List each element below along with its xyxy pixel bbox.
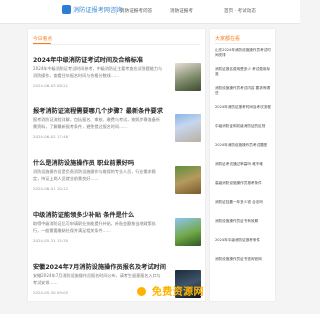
sidebar-item-label: 消防设施操作员证书查询官网 xyxy=(215,257,262,261)
sidebar-item-label: 消防证报名费用是多少 考试费用标准 xyxy=(215,67,271,77)
building-photo-icon[interactable] xyxy=(175,114,201,142)
sidebar-item-label: 消防设施操作员考试内容 要求有哪些 xyxy=(215,86,271,96)
tab-divider xyxy=(33,44,200,45)
sidebar-item[interactable]: 消防证考试通过率高吗 难不难 xyxy=(215,162,271,167)
nav-item-qa[interactable]: 消防证报考问答 xyxy=(120,8,152,14)
sidebar-item-label: 2024年消防证报考时间及考试流程 xyxy=(215,105,271,109)
sidebar-title: 大家都在看 xyxy=(215,36,241,42)
watermark: 免费资源网 xyxy=(137,283,204,298)
field-work-photo-icon[interactable] xyxy=(175,166,201,194)
header-links[interactable]: 首页 · 考试动态 xyxy=(224,8,256,14)
sidebar-item[interactable]: 山东2024年消防设施操作员考试时间安排 xyxy=(215,48,271,58)
sidebar-item-label: 中级消防证和初级消防证的区别 xyxy=(215,124,266,128)
sidebar-item-label: 2024年消防设施操作员考试题型 xyxy=(215,143,268,147)
sidebar-item[interactable]: 2024年消防设施操作员考试题型 xyxy=(215,143,271,148)
sidebar-item[interactable]: 消防证报名费用是多少 考试费用标准 xyxy=(215,67,271,77)
post-date: 2024-05-31 15:30 xyxy=(33,238,69,243)
sidebar-divider xyxy=(215,43,270,44)
sidebar-item-label: 消防证考试通过率高吗 难不难 xyxy=(215,162,263,166)
post-summary: 消防设施操作员是负责消防设施操作与维保的专业人员，行业需求稳定，持证上岗人员就业… xyxy=(33,169,156,182)
post-date: 2024-06-01 10:12 xyxy=(33,186,69,191)
top-header: 消防证报考网咨询 消防证报考问答 消防证报考 首页 · 考试动态 xyxy=(0,0,300,24)
sidebar-item-label: 山东2024年消防设施操作员考试时间安排 xyxy=(215,48,271,58)
post-date: 2024-05-30 09:05 xyxy=(33,290,69,295)
sidebar-item[interactable]: 中级消防证和初级消防证的区别 xyxy=(215,124,271,129)
tab-today[interactable]: 今日看点 xyxy=(33,35,52,42)
watermark-text: 免费资源网 xyxy=(151,287,204,298)
post-summary: 报考消防证流程详解，包括报名、审核、缴费与考试，按照步骤准备所需资料，了解最新报… xyxy=(33,117,160,130)
post-summary: 取得中级消防证后可申请职业技能提升补贴，补贴金额按当地政策执行，一般需要缴纳社保… xyxy=(33,221,156,234)
watermark-logo-icon xyxy=(137,287,146,296)
person-in-field-photo-icon[interactable] xyxy=(175,63,201,91)
post-item[interactable]: 中级消防证能领多少补贴 条件是什么 取得中级消防证后可申请职业技能提升补贴，补贴… xyxy=(33,210,201,262)
sidebar-item[interactable]: 高级消防设施操作员报考条件 xyxy=(215,181,271,186)
sidebar-item-label: 消防设施操作员证书有效期 xyxy=(215,219,259,223)
nav-divider xyxy=(116,6,117,15)
post-date: 2024-06-02 17:46 xyxy=(33,134,69,139)
outdoor-photo-icon[interactable] xyxy=(175,218,201,246)
post-summary: 2024年中级消防证考试时间参考，中级消防证主要考查应试答题能力与消防操作。查看… xyxy=(33,66,163,79)
site-logo[interactable]: 消防证报考网咨询 xyxy=(62,5,123,14)
post-item[interactable]: 报考消防证流程需要哪几个步骤？最新条件要求 报考消防证流程详解，包括报名、审核、… xyxy=(33,106,201,158)
post-item[interactable]: 什么是消防设施操作员 职业前景好吗 消防设施操作员是负责消防设施操作与维保的专业… xyxy=(33,158,201,210)
sidebar-item[interactable]: 消防设施操作员证书有效期 xyxy=(215,219,271,224)
sidebar: 大家都在看 山东2024年消防设施操作员考试时间安排 消防证报名费用是多少 考试… xyxy=(209,28,276,302)
sidebar-item[interactable]: 消防设施操作员考试内容 要求有哪些 xyxy=(215,86,271,96)
sidebar-item[interactable]: 消防设施操作员证书查询官网 xyxy=(215,257,271,262)
sidebar-item[interactable]: 2024年中级消防证报考条件 xyxy=(215,238,271,243)
main-content: 今日看点 2024年中级消防证考试时间及合格标准 2024年中级消防证考试时间参… xyxy=(27,28,206,302)
sidebar-item[interactable]: 消防证挂靠一年多少钱 合法吗 xyxy=(215,200,271,205)
sidebar-item-label: 高级消防设施操作员报考条件 xyxy=(215,181,262,185)
post-date: 2024-06-03 08:21 xyxy=(33,83,69,88)
sidebar-item-label: 消防证挂靠一年多少钱 合法吗 xyxy=(215,200,263,204)
post-item[interactable]: 2024年中级消防证考试时间及合格标准 2024年中级消防证考试时间参考，中级消… xyxy=(33,55,201,107)
logo-icon xyxy=(62,5,71,14)
sidebar-item[interactable]: 2024年消防证报考时间及考试流程 xyxy=(215,105,271,110)
nav-item-exam[interactable]: 消防证报考 xyxy=(170,8,193,14)
sidebar-item-label: 2024年中级消防证报考条件 xyxy=(215,238,261,242)
